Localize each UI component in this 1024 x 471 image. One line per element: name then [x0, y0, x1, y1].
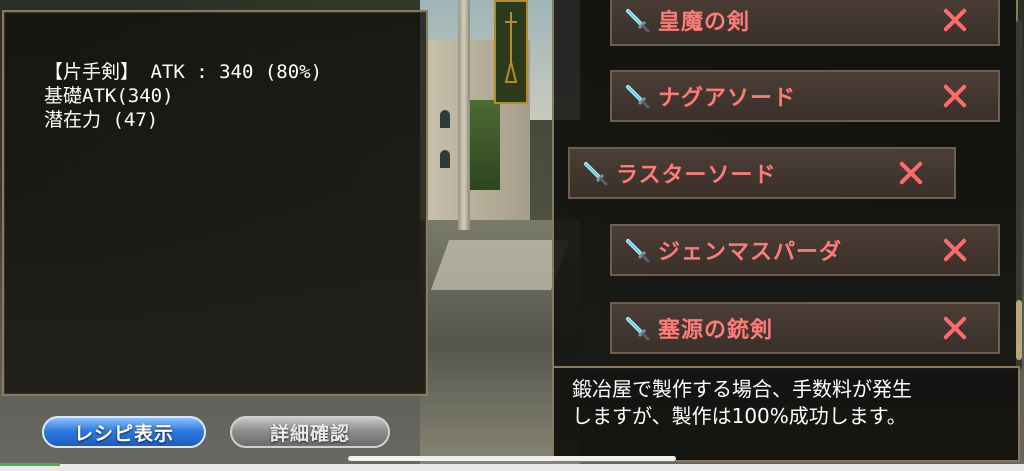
- sword-icon: [624, 7, 650, 33]
- sword-icon: [624, 315, 650, 341]
- list-item-selected[interactable]: ラスターソード: [568, 147, 956, 199]
- weapon-base-atk-line: 基礎ATK(340): [44, 85, 174, 107]
- bottom-strip: [0, 464, 1024, 471]
- item-name: ナグアソード: [658, 86, 797, 111]
- list-scroll-thumb[interactable]: [1016, 300, 1022, 360]
- detail-check-button[interactable]: 詳細確認: [230, 416, 390, 448]
- list-item[interactable]: ナグアソード: [610, 70, 1000, 122]
- close-icon[interactable]: [942, 315, 968, 341]
- show-recipe-button[interactable]: レシピ表示: [42, 416, 206, 448]
- progress-bar: [0, 463, 60, 466]
- weapon-potential-line: 潜在力 (47): [44, 109, 159, 131]
- background-banner: [494, 0, 528, 104]
- item-name: 塞源の銃剣: [658, 318, 774, 343]
- list-item[interactable]: 皇魔の剣: [610, 0, 1000, 46]
- weapon-atk-line: 【片手剣】 ATK : 340 (80%): [44, 61, 323, 83]
- description-line-1: 鍛冶屋で製作する場合、手数料が発生: [572, 377, 912, 401]
- background-pillar: [458, 0, 470, 230]
- close-icon[interactable]: [942, 237, 968, 263]
- description-text: 鍛冶屋で製作する場合、手数料が発生 しますが、製作は100%成功します。: [572, 376, 1012, 430]
- sword-icon: [582, 160, 608, 186]
- list-item[interactable]: 塞源の銃剣: [610, 302, 1000, 354]
- close-icon[interactable]: [942, 7, 968, 33]
- item-name: 皇魔の剣: [658, 10, 751, 35]
- sword-icon: [624, 237, 650, 263]
- weapon-stats: 【片手剣】 ATK : 340 (80%) 基礎ATK(340) 潜在力 (47…: [44, 60, 322, 132]
- game-screen: 【片手剣】 ATK : 340 (80%) 基礎ATK(340) 潜在力 (47…: [0, 0, 1024, 471]
- item-name: ラスターソード: [616, 163, 777, 188]
- close-icon[interactable]: [942, 83, 968, 109]
- list-item[interactable]: ジェンマスパーダ: [610, 224, 1000, 276]
- close-icon[interactable]: [898, 160, 924, 186]
- sword-icon: [624, 83, 650, 109]
- home-indicator[interactable]: [348, 456, 676, 461]
- item-name: ジェンマスパーダ: [658, 240, 843, 265]
- description-line-2: しますが、製作は100%成功します。: [572, 404, 907, 428]
